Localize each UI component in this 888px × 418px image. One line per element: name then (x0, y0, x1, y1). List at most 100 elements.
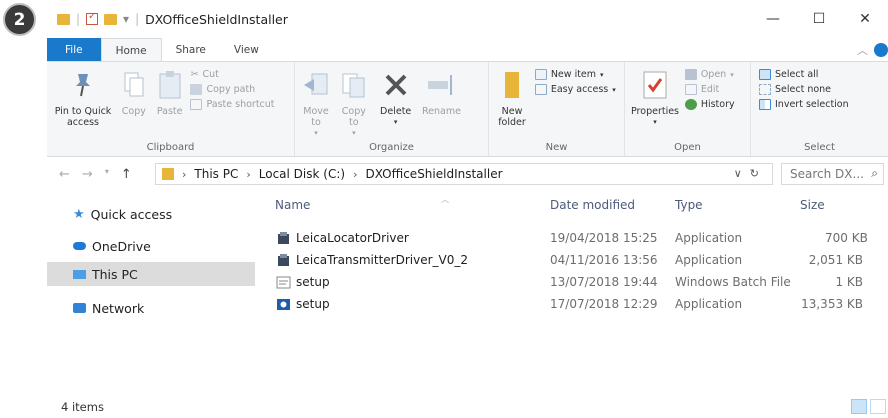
tab-view[interactable]: View (220, 38, 273, 62)
refresh-icon[interactable]: ↻ (750, 167, 759, 180)
invert-selection-button[interactable]: Invert selection (759, 99, 849, 110)
file-type: Application (675, 253, 743, 267)
close-button[interactable]: ✕ (842, 0, 888, 38)
edit-button[interactable]: Edit (684, 84, 735, 95)
search-icon[interactable]: ⌕ (871, 166, 878, 181)
copy-path-button[interactable]: Copy path (190, 84, 274, 95)
chevron-right-icon[interactable]: › (182, 168, 186, 181)
column-header-size[interactable]: Size (800, 198, 825, 218)
table-row[interactable]: LeicaLocatorDriver 19/04/2018 15:25 Appl… (255, 228, 888, 250)
dropdown-arrow-icon: ▾ (730, 70, 734, 79)
dropdown-arrow-icon: ▾ (612, 85, 616, 94)
qat-dropdown-icon[interactable]: ▾ (123, 12, 129, 26)
properties-button[interactable]: Properties ▾ (629, 66, 681, 130)
new-folder-icon (497, 68, 527, 102)
select-group-label: Select (804, 142, 835, 153)
dropdown-arrow-icon: ▾ (352, 129, 356, 137)
pin-label: Pin to Quick access (54, 106, 112, 128)
back-arrow-icon[interactable]: ← (59, 167, 70, 182)
help-icon[interactable] (874, 43, 888, 57)
file-type: Application (675, 231, 743, 245)
chevron-right-icon[interactable]: › (246, 168, 250, 181)
nav-item-quick-access[interactable]: ★ Quick access (47, 198, 255, 230)
copy-to-button[interactable]: Copy to ▾ (337, 66, 371, 141)
clipboard-group-label: Clipboard (146, 142, 195, 153)
paste-shortcut-label: Paste shortcut (206, 99, 275, 110)
table-row[interactable]: setup 13/07/2018 19:44 Windows Batch Fil… (255, 272, 888, 294)
easy-access-button[interactable]: Easy access ▾ (534, 84, 616, 95)
copy-icon (119, 68, 149, 102)
ribbon: Pin to Quick access Copy Paste ✂ Cut Cop… (47, 61, 888, 157)
tab-home[interactable]: Home (100, 38, 162, 62)
breadcrumb-local-disk[interactable]: Local Disk (C:) (259, 167, 345, 181)
nav-item-onedrive[interactable]: OneDrive (47, 230, 255, 262)
select-group: Select all Select none Invert selection … (751, 62, 888, 156)
move-to-button[interactable]: Move to ▾ (299, 66, 333, 141)
pin-to-quick-access-button[interactable]: Pin to Quick access (51, 66, 115, 130)
select-none-button[interactable]: Select none (759, 84, 849, 95)
minimize-button[interactable]: — (750, 0, 796, 38)
file-size: 2,051 KB (808, 253, 863, 267)
paste-button[interactable]: Paste (153, 66, 187, 119)
open-button[interactable]: Open ▾ (684, 69, 735, 80)
new-folder-label: New folder (498, 106, 526, 128)
nav-item-network[interactable]: Network (47, 294, 255, 322)
new-group: New folder New item ▾ Easy access ▾ New (489, 62, 625, 156)
file-explorer-window: | ▾ | DXOfficeShieldInstaller — ☐ ✕ File… (47, 0, 888, 418)
large-icons-view-icon[interactable] (870, 399, 886, 414)
title-bar: | ▾ | DXOfficeShieldInstaller — ☐ ✕ (47, 0, 888, 38)
rename-icon (426, 68, 456, 102)
window-title: DXOfficeShieldInstaller (145, 11, 288, 27)
address-box[interactable]: › This PC › Local Disk (C:) › DXOfficeSh… (155, 163, 773, 185)
expand-ribbon-icon[interactable]: ︿ (857, 42, 868, 58)
open-group: Properties ▾ Open ▾ Edit History Open (625, 62, 751, 156)
easy-access-icon (534, 84, 547, 95)
history-button[interactable]: History (684, 99, 735, 110)
dropdown-arrow-icon: ▾ (393, 118, 398, 126)
paste-shortcut-button[interactable]: Paste shortcut (190, 99, 275, 110)
up-arrow-icon[interactable]: ↑ (121, 167, 132, 182)
file-name: LeicaLocatorDriver (296, 231, 409, 245)
dropdown-arrow-icon: ▾ (314, 129, 318, 137)
forward-arrow-icon[interactable]: → (82, 167, 93, 182)
tab-share[interactable]: Share (162, 38, 220, 62)
cut-label: Cut (202, 69, 219, 80)
new-item-button[interactable]: New item ▾ (534, 69, 616, 80)
cut-button[interactable]: ✂ Cut (190, 69, 274, 80)
column-header-date-modified[interactable]: Date modified (550, 198, 635, 218)
copy-to-icon (339, 68, 369, 102)
select-all-icon (759, 69, 771, 80)
column-header-name[interactable]: Name (275, 198, 310, 218)
search-input[interactable]: Search DX... ⌕ (781, 163, 884, 185)
table-row[interactable]: setup 17/07/2018 12:29 Application 13,35… (255, 294, 888, 316)
recent-dropdown-icon[interactable]: ▾ (105, 167, 109, 182)
file-date: 17/07/2018 12:29 (550, 297, 658, 311)
status-bar: 4 items (47, 396, 888, 418)
open-icon (684, 69, 697, 80)
delete-button[interactable]: Delete ▾ (375, 66, 417, 130)
nav-item-this-pc[interactable]: This PC (47, 262, 255, 286)
chevron-right-icon[interactable]: › (353, 168, 357, 181)
rename-button[interactable]: Rename (420, 66, 462, 119)
table-row[interactable]: LeicaTransmitterDriver_V0_2 04/11/2016 1… (255, 250, 888, 272)
nav-label: OneDrive (92, 238, 151, 254)
tab-file[interactable]: File (47, 38, 101, 62)
step-number-badge: 2 (3, 3, 36, 36)
delete-x-icon (381, 68, 411, 102)
address-dropdown-icon[interactable]: ∨ (734, 167, 742, 180)
breadcrumb-current-folder[interactable]: DXOfficeShieldInstaller (365, 167, 502, 181)
file-date: 13/07/2018 19:44 (550, 275, 658, 289)
navigation-pane: ★ Quick access OneDrive This PC Network (47, 190, 255, 390)
new-folder-button[interactable]: New folder (493, 66, 531, 130)
copy-label: Copy (121, 106, 146, 117)
select-all-button[interactable]: Select all (759, 69, 849, 80)
maximize-button[interactable]: ☐ (796, 0, 842, 38)
new-folder-quick-icon[interactable] (104, 13, 118, 25)
ribbon-tabs: File Home Share View ︿ (47, 38, 888, 62)
properties-quick-icon[interactable] (86, 11, 99, 25)
details-view-icon[interactable] (851, 399, 867, 414)
copy-button[interactable]: Copy (119, 66, 149, 119)
column-header-type[interactable]: Type (675, 198, 703, 218)
breadcrumb-this-pc[interactable]: This PC (194, 167, 238, 181)
file-name: setup (296, 297, 330, 311)
